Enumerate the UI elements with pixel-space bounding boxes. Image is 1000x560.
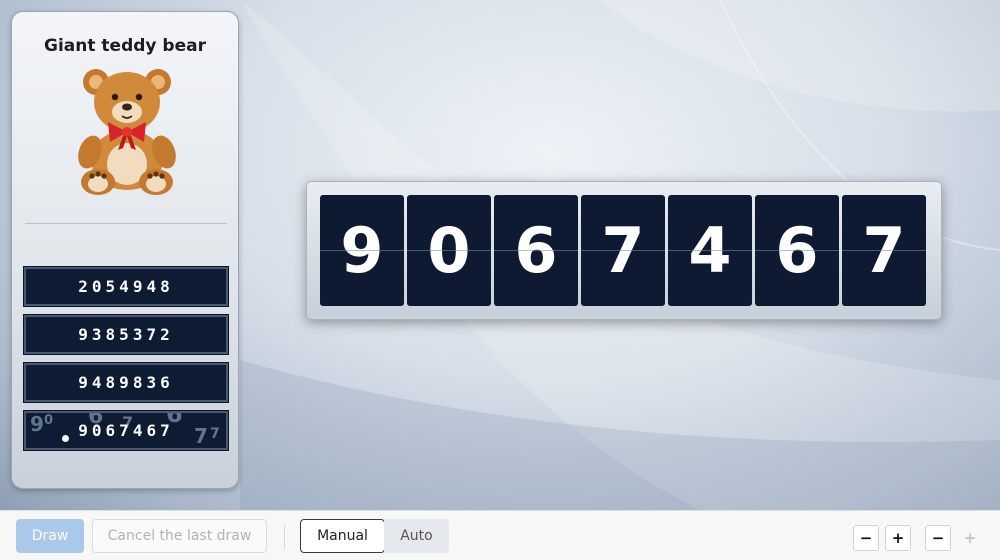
scatter-effect: 0 bbox=[44, 413, 54, 428]
prize-panel: Giant teddy bear 2054948 9385372 9489836… bbox=[11, 11, 239, 489]
history-item: 9489836 bbox=[23, 362, 229, 403]
font-size-increase-button[interactable]: + bbox=[957, 525, 983, 551]
spark-dot bbox=[62, 435, 69, 442]
display-digit: 0 bbox=[407, 195, 491, 306]
draw-number-display: 9 0 6 7 4 6 7 bbox=[306, 181, 942, 320]
history-item: 9385372 bbox=[23, 314, 229, 355]
cancel-last-draw-button[interactable]: Cancel the last draw bbox=[92, 519, 267, 553]
scatter-effect: 7 bbox=[194, 424, 208, 448]
history-item: 2054948 bbox=[23, 266, 229, 307]
scatter-effect: 7 bbox=[210, 426, 220, 442]
scatter-effect: 9 bbox=[30, 412, 44, 436]
bottom-toolbar: Draw Cancel the last draw Manual Auto − … bbox=[0, 510, 1000, 560]
teddy-bear-icon bbox=[78, 69, 176, 195]
zoom-in-button[interactable]: + bbox=[885, 525, 911, 551]
stage-background: Giant teddy bear 2054948 9385372 9489836… bbox=[0, 0, 1000, 510]
history-item-value: 9385372 bbox=[78, 325, 174, 344]
prize-title: Giant teddy bear bbox=[44, 36, 206, 56]
panel-divider bbox=[25, 223, 227, 224]
history-item-value: 2054948 bbox=[78, 277, 174, 296]
mode-manual-toggle[interactable]: Manual bbox=[300, 519, 385, 553]
history-item-value: 9489836 bbox=[78, 373, 174, 392]
font-size-decrease-button[interactable]: − bbox=[925, 525, 951, 551]
display-digit: 6 bbox=[755, 195, 839, 306]
zoom-out-button[interactable]: − bbox=[853, 525, 879, 551]
display-digit: 4 bbox=[668, 195, 752, 306]
toolbar-separator bbox=[284, 525, 285, 549]
history-item-value: 9067467 bbox=[78, 421, 174, 440]
mode-auto-toggle[interactable]: Auto bbox=[384, 519, 449, 553]
display-digit: 9 bbox=[320, 195, 404, 306]
display-digit: 7 bbox=[842, 195, 926, 306]
draw-button[interactable]: Draw bbox=[16, 519, 84, 553]
history-item-latest: 9 0 6 7 6 7 7 9067467 bbox=[23, 410, 229, 451]
display-digit: 7 bbox=[581, 195, 665, 306]
display-digit: 6 bbox=[494, 195, 578, 306]
